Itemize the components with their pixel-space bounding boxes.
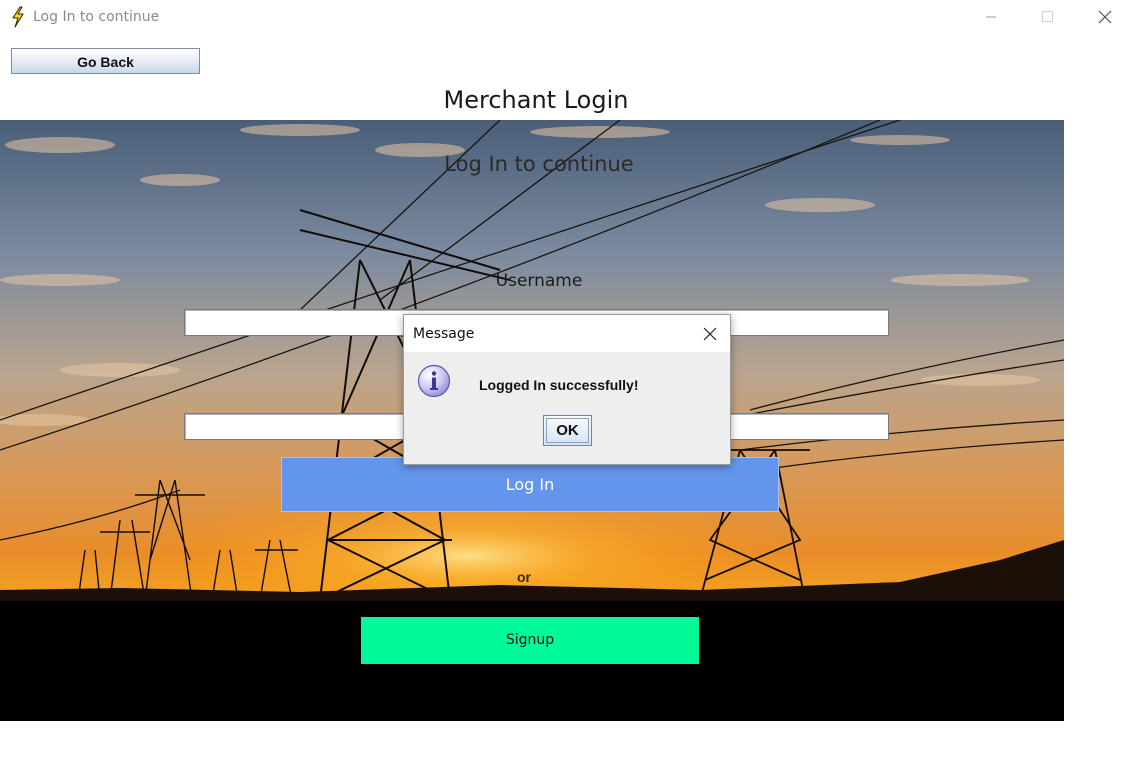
or-label: or — [517, 569, 531, 585]
dialog-titlebar: Message — [404, 315, 730, 352]
window-titlebar: Log In to continue — [0, 0, 1137, 34]
login-button[interactable]: Log In — [281, 457, 779, 512]
go-back-button[interactable]: Go Back — [11, 48, 200, 74]
username-label: Username — [495, 271, 583, 291]
minimize-button[interactable] — [962, 0, 1020, 34]
page-title: Merchant Login — [443, 86, 629, 114]
signup-button[interactable]: Signup — [361, 617, 699, 664]
message-dialog: Message Logged In successfully! OK — [403, 314, 731, 465]
window-title: Log In to continue — [33, 9, 160, 25]
info-icon — [417, 364, 451, 398]
dialog-close-button[interactable] — [694, 321, 726, 347]
minimize-icon — [986, 16, 996, 18]
close-icon — [703, 327, 717, 341]
maximize-button[interactable] — [1018, 0, 1076, 34]
login-subtitle: Log In to continue — [444, 152, 634, 176]
lightning-bolt-icon — [10, 6, 26, 28]
dialog-title: Message — [413, 326, 475, 342]
ok-button[interactable]: OK — [543, 415, 592, 446]
login-window: Log In to continue Go Back Merchant Logi… — [0, 0, 1137, 783]
dialog-message: Logged In successfully! — [479, 377, 639, 393]
ok-button-label: OK — [546, 418, 589, 443]
close-window-button[interactable] — [1076, 0, 1134, 34]
maximize-icon — [1042, 11, 1053, 22]
close-icon — [1098, 10, 1112, 24]
